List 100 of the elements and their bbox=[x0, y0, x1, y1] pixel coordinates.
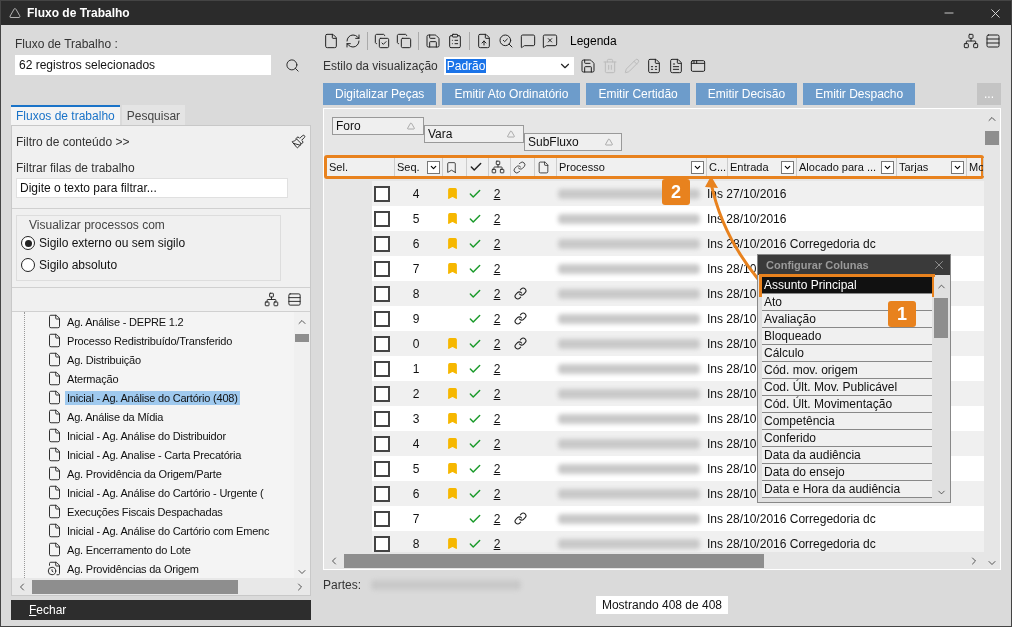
count-link[interactable]: 2 bbox=[486, 286, 508, 301]
filter-dropdown-icon[interactable] bbox=[781, 160, 794, 174]
column-header[interactable]: Alocado para ... bbox=[799, 161, 877, 173]
filter-dropdown-icon[interactable] bbox=[691, 160, 704, 174]
scroll-thumb[interactable] bbox=[344, 553, 764, 568]
column-option[interactable]: Data e Hora da audiência bbox=[762, 481, 932, 498]
tree-item[interactable]: Inicial - Ag. Análise do Cartório - Urgente ( bbox=[65, 485, 266, 500]
spreadsheet-icon[interactable] bbox=[645, 58, 662, 74]
tree-item[interactable]: Ag. Providências da Origem bbox=[65, 561, 201, 576]
row-checkbox[interactable] bbox=[374, 435, 390, 452]
file-upload-icon[interactable] bbox=[476, 33, 492, 49]
row-checkbox[interactable] bbox=[374, 360, 390, 377]
tree-item[interactable]: Ag. Análise - DEPRE 1.2 bbox=[65, 314, 186, 329]
row-checkbox[interactable] bbox=[374, 510, 390, 527]
row-checkbox[interactable] bbox=[374, 410, 390, 427]
legend-button[interactable]: Legenda bbox=[564, 34, 617, 48]
tree-item[interactable]: Ag. Providência da Origem/Parte bbox=[65, 466, 224, 481]
row-checkbox[interactable] bbox=[374, 335, 390, 352]
row-checkbox[interactable] bbox=[374, 460, 390, 477]
count-link[interactable]: 2 bbox=[486, 486, 508, 501]
row-checkbox[interactable] bbox=[374, 485, 390, 502]
tree-item[interactable]: Inicial - Ag. Análise do Cartório com Emenc bbox=[65, 523, 272, 538]
column-header[interactable]: Seq. bbox=[397, 161, 420, 173]
filter-dropdown-icon[interactable] bbox=[427, 160, 440, 174]
row-checkbox[interactable] bbox=[374, 260, 390, 277]
comment-delete-icon[interactable] bbox=[542, 33, 558, 49]
column-header[interactable]: Processo bbox=[559, 161, 605, 173]
save-icon[interactable] bbox=[579, 58, 596, 74]
row-checkbox[interactable] bbox=[374, 185, 390, 202]
comment-icon[interactable] bbox=[520, 33, 536, 49]
tree-item[interactable]: Execuções Fiscais Despachadas bbox=[65, 504, 225, 519]
count-link[interactable]: 2 bbox=[486, 311, 508, 326]
count-link[interactable]: 2 bbox=[486, 511, 508, 526]
view-style-select[interactable]: Padrão bbox=[443, 57, 574, 75]
document-icon[interactable] bbox=[323, 33, 339, 49]
search-icon[interactable] bbox=[498, 33, 514, 49]
window-icon[interactable] bbox=[689, 58, 706, 74]
column-option[interactable]: Cód. mov. origem bbox=[762, 362, 932, 379]
tree-item[interactable]: Ag. Encerramento do Lote bbox=[65, 542, 193, 557]
tree-item[interactable]: Ag. Distribuição bbox=[65, 352, 143, 367]
scroll-thumb[interactable] bbox=[32, 579, 238, 594]
count-link[interactable]: 2 bbox=[486, 536, 508, 551]
refresh-icon[interactable] bbox=[345, 33, 361, 49]
row-checkbox[interactable] bbox=[374, 235, 390, 252]
column-option[interactable]: Cálculo bbox=[762, 345, 932, 362]
count-link[interactable]: 2 bbox=[486, 361, 508, 376]
radio-option[interactable]: Sigilo absoluto bbox=[21, 254, 276, 276]
rows-icon[interactable] bbox=[287, 292, 302, 307]
scroll-thumb[interactable] bbox=[934, 298, 948, 338]
row-checkbox[interactable] bbox=[374, 285, 390, 302]
count-link[interactable]: 2 bbox=[486, 211, 508, 226]
column-option[interactable]: Cod. Últ. Mov. Publicável bbox=[762, 379, 932, 396]
save-icon[interactable] bbox=[425, 33, 441, 49]
column-option[interactable]: Assunto Principal bbox=[762, 277, 932, 294]
scroll-thumb[interactable] bbox=[295, 334, 309, 342]
tree-item[interactable]: Inicial - Ag. Análise do Cartório (408) bbox=[65, 390, 240, 405]
count-link[interactable]: 2 bbox=[486, 386, 508, 401]
count-link[interactable]: 2 bbox=[486, 336, 508, 351]
filter-dropdown-icon[interactable] bbox=[951, 160, 964, 174]
scroll-thumb[interactable] bbox=[985, 131, 999, 145]
count-link[interactable]: 2 bbox=[486, 461, 508, 476]
column-option[interactable]: Bloqueado bbox=[762, 328, 932, 345]
tree-item[interactable]: Inicial - Ag. Analise - Carta Precatória bbox=[65, 447, 244, 462]
count-link[interactable]: 2 bbox=[486, 236, 508, 251]
row-checkbox[interactable] bbox=[374, 385, 390, 402]
column-header[interactable]: Sel. bbox=[329, 161, 348, 173]
filter-field[interactable]: Digite o texto para filtrar... bbox=[16, 178, 288, 198]
count-link[interactable]: 2 bbox=[486, 186, 508, 201]
brush-icon[interactable] bbox=[291, 134, 306, 149]
column-header[interactable]: C... bbox=[709, 161, 727, 173]
row-checkbox[interactable] bbox=[374, 210, 390, 227]
close-button[interactable]: Fechar bbox=[29, 603, 67, 617]
column-header[interactable]: Tarjas bbox=[899, 161, 929, 173]
hierarchy-icon[interactable] bbox=[963, 33, 979, 49]
tree-item[interactable]: Processo Redistribuído/Transferido bbox=[65, 333, 235, 348]
row-checkbox[interactable] bbox=[374, 310, 390, 327]
column-option[interactable]: Competência bbox=[762, 413, 932, 430]
copy-icon[interactable] bbox=[396, 33, 412, 49]
column-header[interactable]: Entrada bbox=[730, 161, 769, 173]
hierarchy-icon[interactable] bbox=[264, 292, 279, 307]
tree-item[interactable]: Atermação bbox=[65, 371, 121, 386]
tree-item[interactable]: Inicial - Ag. Análise do Distribuidor bbox=[65, 428, 228, 443]
count-link[interactable]: 2 bbox=[486, 261, 508, 276]
document-icon[interactable] bbox=[667, 58, 684, 74]
workflow-field[interactable]: 62 registros selecionados bbox=[15, 55, 271, 75]
panel-tab[interactable]: Pesquisar bbox=[121, 105, 186, 125]
tree-item[interactable]: Ag. Análise da Mídia bbox=[65, 409, 166, 424]
column-option[interactable]: Conferido bbox=[762, 430, 932, 447]
group-by-chip[interactable]: Vara bbox=[424, 125, 524, 143]
count-link[interactable]: 2 bbox=[486, 411, 508, 426]
rows-icon[interactable] bbox=[985, 33, 1001, 49]
clipboard-icon[interactable] bbox=[447, 33, 463, 49]
row-checkbox[interactable] bbox=[374, 535, 390, 552]
column-option[interactable]: Data do ensejo bbox=[762, 464, 932, 481]
column-option[interactable]: Cód. Últ. Movimentação bbox=[762, 396, 932, 413]
group-by-chip[interactable]: SubFluxo bbox=[524, 133, 622, 151]
content-filter-link[interactable]: Filtro de conteúdo >> bbox=[16, 134, 130, 149]
count-link[interactable]: 2 bbox=[486, 436, 508, 451]
radio-option[interactable]: Sigilo externo ou sem sigilo bbox=[21, 232, 276, 254]
group-by-chip[interactable]: Foro bbox=[332, 117, 424, 135]
